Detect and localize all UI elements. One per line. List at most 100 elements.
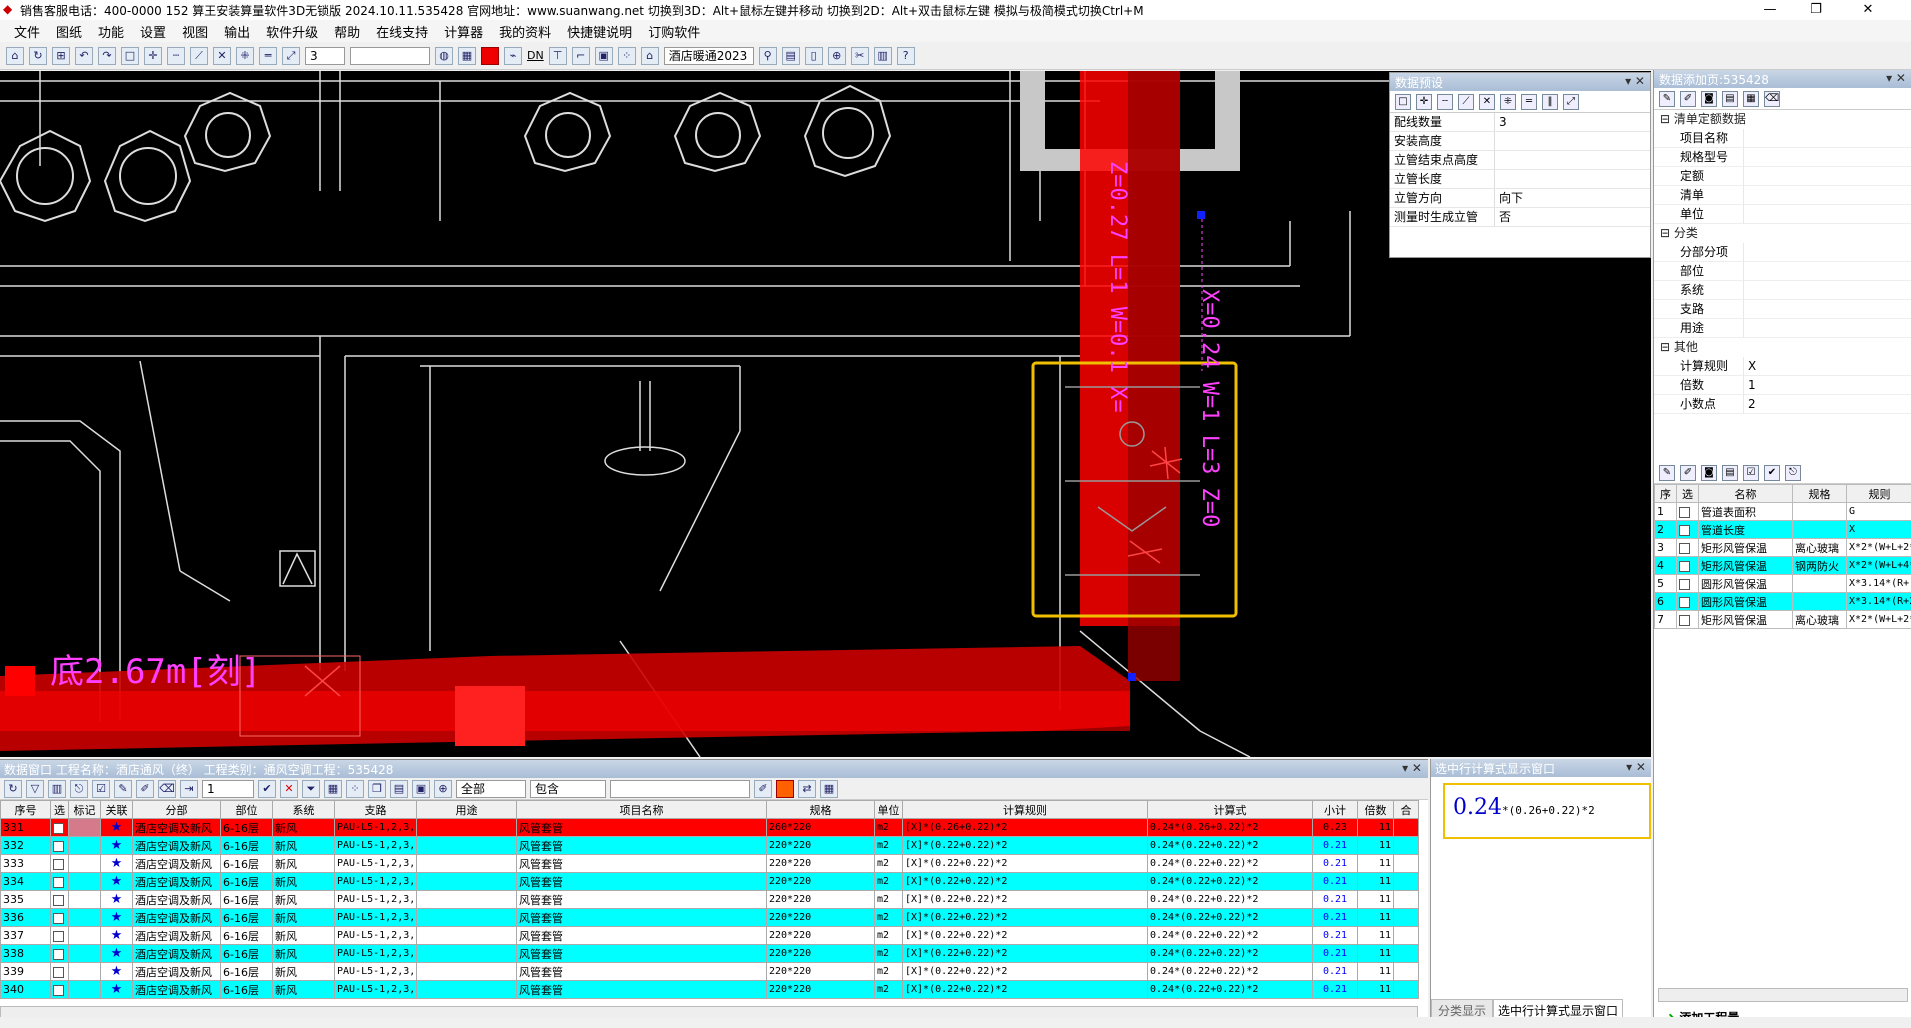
rule-formula[interactable]: X*2*(W+L+4*	[1847, 557, 1911, 575]
cell-subtotal[interactable]: 0.21	[1313, 837, 1358, 855]
row-mark[interactable]	[69, 855, 101, 873]
color-swatch[interactable]	[481, 47, 499, 65]
refresh-icon[interactable]: ↻	[4, 780, 22, 798]
cell-subtotal[interactable]: 0.23	[1313, 819, 1358, 837]
filter-contains-select[interactable]: 包含	[530, 780, 606, 798]
close-button[interactable]: ✕	[1845, 0, 1891, 20]
cell-spec[interactable]: 220*220	[767, 927, 875, 945]
cell-spec[interactable]: 260*220	[767, 819, 875, 837]
cell-subtotal[interactable]: 0.21	[1313, 927, 1358, 945]
rule-checkbox[interactable]	[1677, 593, 1699, 611]
cell-total[interactable]	[1394, 837, 1419, 855]
data-window-controls[interactable]: ▾ ✕	[1402, 761, 1422, 775]
cross-icon[interactable]: ✕	[1479, 94, 1495, 110]
cell-formula[interactable]: 0.24*(0.26+0.22)*2	[1148, 819, 1313, 837]
formula-window-controls[interactable]: ▾ ✕	[1626, 760, 1646, 774]
cell-unit[interactable]: m2	[875, 927, 903, 945]
cell-multiplier[interactable]: 11	[1358, 909, 1394, 927]
cell-system[interactable]: 新风	[273, 891, 335, 909]
filter-icon[interactable]: ▽	[26, 780, 44, 798]
cell-division[interactable]: 酒店空调及新风	[133, 909, 221, 927]
rule-spec[interactable]	[1793, 575, 1847, 593]
rule-checkbox[interactable]	[1677, 557, 1699, 575]
checklist-icon[interactable]: ☑	[92, 780, 110, 798]
cell-item-name[interactable]: 风管套管	[517, 927, 767, 945]
bucket-icon[interactable]: ◙	[1701, 91, 1717, 107]
cell-total[interactable]	[1394, 981, 1419, 999]
cell-rule[interactable]: [X]*(0.22+0.22)*2	[903, 963, 1148, 981]
copy-icon[interactable]: ❐	[368, 780, 386, 798]
cell-formula[interactable]: 0.24*(0.22+0.22)*2	[1148, 945, 1313, 963]
tree-row[interactable]: 定额	[1654, 167, 1911, 186]
cell-division[interactable]: 酒店空调及新风	[133, 873, 221, 891]
row-select-checkbox[interactable]	[51, 945, 69, 963]
menu-item-7[interactable]: 帮助	[334, 22, 360, 41]
table-row[interactable]: 332 ★ 酒店空调及新风 6-16层 新风 PAU-L5-1,2,3, 风管套…	[1, 837, 1419, 855]
row-select-checkbox[interactable]	[51, 819, 69, 837]
row-link[interactable]: ★	[101, 873, 133, 891]
tab-formula[interactable]: 选中行计算式显示窗口	[1493, 999, 1623, 1019]
cell-system[interactable]: 新风	[273, 873, 335, 891]
preset-row[interactable]: 配线数量3	[1390, 113, 1650, 132]
dashed-line-icon[interactable]: ┄	[167, 47, 185, 65]
preset-value[interactable]: 否	[1495, 208, 1511, 226]
eraser-icon[interactable]: ⌫	[1764, 91, 1780, 107]
cell-rule[interactable]: [X]*(0.22+0.22)*2	[903, 945, 1148, 963]
cross-icon[interactable]: ✕	[213, 47, 231, 65]
data-header[interactable]: 单位	[875, 801, 903, 819]
rule-spec[interactable]	[1793, 593, 1847, 611]
edit-icon[interactable]: ✐	[1680, 465, 1696, 481]
cell-branch[interactable]: PAU-L5-1,2,3,	[335, 909, 417, 927]
table-row[interactable]: 334 ★ 酒店空调及新风 6-16层 新风 PAU-L5-1,2,3, 风管套…	[1, 873, 1419, 891]
table-row[interactable]: 338 ★ 酒店空调及新风 6-16层 新风 PAU-L5-1,2,3, 风管套…	[1, 945, 1419, 963]
cell-unit[interactable]: m2	[875, 963, 903, 981]
tree-value[interactable]	[1744, 300, 1911, 319]
row-mark[interactable]	[69, 981, 101, 999]
rule-checkbox[interactable]	[1677, 539, 1699, 557]
tree-value[interactable]: 2	[1744, 395, 1911, 414]
row-link[interactable]: ★	[101, 963, 133, 981]
preset-row[interactable]: 立管长度	[1390, 170, 1650, 189]
cell-total[interactable]	[1394, 873, 1419, 891]
minimize-button[interactable]: —	[1747, 0, 1793, 20]
paste-icon[interactable]: ▤	[390, 780, 408, 798]
cell-system[interactable]: 新风	[273, 945, 335, 963]
data-header[interactable]: 支路	[335, 801, 417, 819]
cell-rule[interactable]: [X]*(0.22+0.22)*2	[903, 837, 1148, 855]
zoom-icon[interactable]: ⊕	[434, 780, 452, 798]
menu-item-12[interactable]: 订购软件	[648, 22, 700, 41]
cell-formula[interactable]: 0.24*(0.22+0.22)*2	[1148, 909, 1313, 927]
table-row[interactable]: 340 ★ 酒店空调及新风 6-16层 新风 PAU-L5-1,2,3, 风管套…	[1, 981, 1419, 999]
multi-icon[interactable]: ⁘	[346, 780, 364, 798]
maximize-button[interactable]: ❐	[1793, 0, 1839, 20]
cell-system[interactable]: 新风	[273, 819, 335, 837]
rule-name[interactable]: 矩形风管保温	[1699, 611, 1793, 629]
cell-location[interactable]: 6-16层	[221, 855, 273, 873]
cell-formula[interactable]: 0.24*(0.22+0.22)*2	[1148, 981, 1313, 999]
grid-icon[interactable]: ▦	[324, 780, 342, 798]
cell-usage[interactable]	[417, 891, 517, 909]
cell-unit[interactable]: m2	[875, 909, 903, 927]
tree-group[interactable]: ⊟ 清单定额数据	[1654, 110, 1911, 129]
rules-row[interactable]: 5 圆形风管保温 X*3.14*(R+	[1655, 575, 1911, 593]
rule-spec[interactable]: 钢两防火	[1793, 557, 1847, 575]
cell-usage[interactable]	[417, 963, 517, 981]
palette-icon[interactable]: ◍	[435, 47, 453, 65]
zoom-extents-icon[interactable]: ⊞	[52, 47, 70, 65]
cell-total[interactable]	[1394, 927, 1419, 945]
rule-name[interactable]: 管道长度	[1699, 521, 1793, 539]
edit-icon[interactable]: ✎	[114, 780, 132, 798]
rules-row[interactable]: 3 矩形风管保温 离心玻璃 X*2*(W+L+2*	[1655, 539, 1911, 557]
cell-rule[interactable]: [X]*(0.22+0.22)*2	[903, 981, 1148, 999]
cell-item-name[interactable]: 风管套管	[517, 909, 767, 927]
cell-multiplier[interactable]: 11	[1358, 945, 1394, 963]
rule-name[interactable]: 管道表面积	[1699, 503, 1793, 521]
data-header[interactable]: 合	[1394, 801, 1419, 819]
mark-color-swatch[interactable]	[776, 780, 794, 798]
row-link[interactable]: ★	[101, 819, 133, 837]
data-header[interactable]: 倍数	[1358, 801, 1394, 819]
cell-total[interactable]	[1394, 963, 1419, 981]
cell-usage[interactable]	[417, 819, 517, 837]
document-icon[interactable]: ▯	[805, 47, 823, 65]
tree-value[interactable]	[1744, 186, 1911, 205]
